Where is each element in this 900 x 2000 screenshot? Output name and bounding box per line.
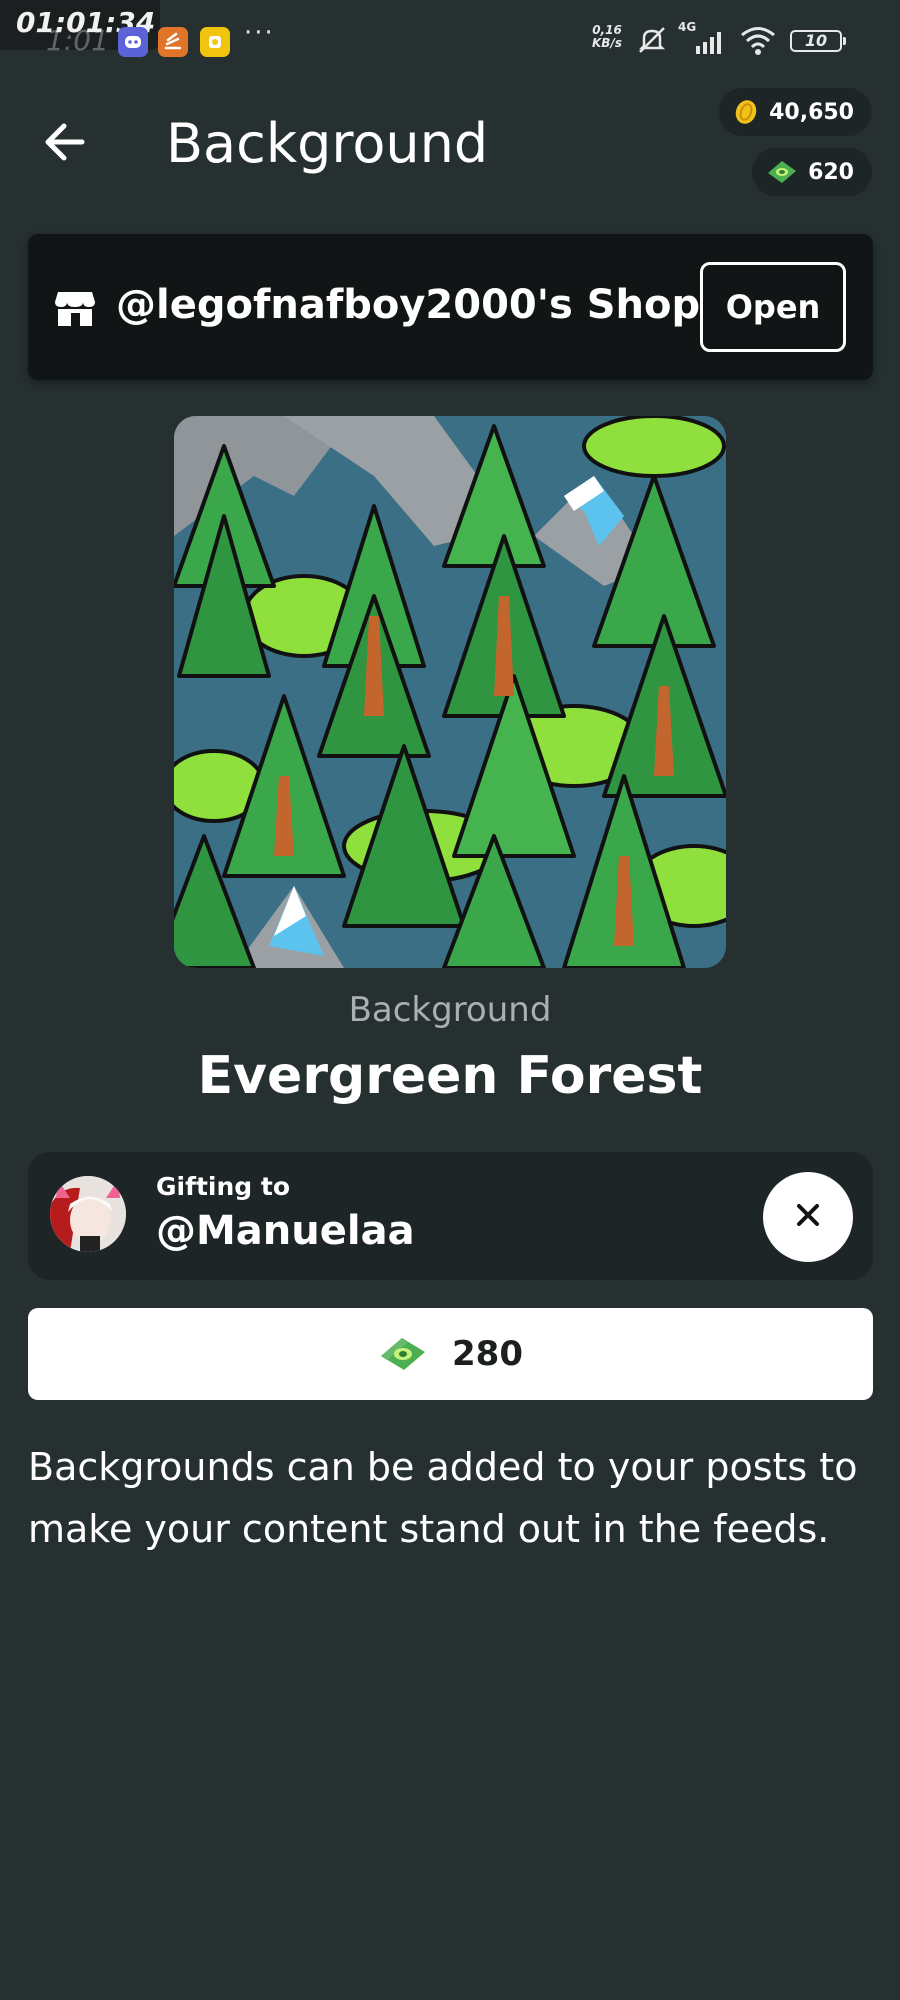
shop-icon [54,288,96,328]
shop-name: @legofnafboy2000's Shop [116,282,701,328]
wifi-icon [738,22,778,58]
stack-notification-icon [158,27,188,57]
cash-icon [378,1334,428,1374]
battery-icon: 10 [790,30,846,52]
coin-icon [733,99,759,125]
shop-banner: @legofnafboy2000's Shop Open [28,234,873,380]
open-shop-button[interactable]: Open [700,262,846,352]
avatar [50,1176,126,1252]
coin-amount: 40,650 [769,99,854,125]
discord-notification-icon [118,27,148,57]
gifting-label: Gifting to [156,1172,291,1201]
cell-signal-icon: 4G [678,20,728,58]
background-preview-image [174,416,726,968]
item-category: Background [348,990,552,1030]
purchase-button[interactable]: 280 [28,1308,873,1400]
cash-icon [766,159,798,185]
app-notification-icon [200,27,230,57]
more-notifications-icon: ··· [244,18,275,48]
price-value: 280 [452,1334,523,1374]
close-icon [793,1200,823,1234]
gift-recipient: @Manuelaa [156,1208,415,1254]
cash-balance[interactable]: 620 [752,148,872,196]
cash-amount: 620 [808,159,854,185]
page-title: Background [166,112,489,175]
coin-balance[interactable]: 40,650 [719,88,872,136]
item-description: Backgrounds can be added to your posts t… [28,1445,858,1551]
network-speed: 0,16 KB/s [592,23,622,50]
gifting-card: Gifting to @Manuelaa [28,1152,873,1280]
item-title: Evergreen Forest [197,1046,703,1106]
muted-bell-icon [634,22,670,58]
remove-recipient-button[interactable] [763,1172,853,1262]
back-arrow-icon[interactable] [40,120,90,164]
